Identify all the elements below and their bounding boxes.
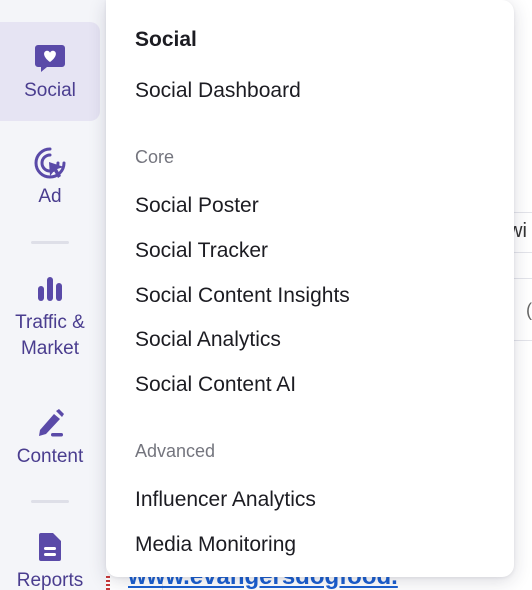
- menu-item-influencer-analytics[interactable]: Influencer Analytics: [135, 488, 316, 512]
- heart-chat-icon: [33, 40, 67, 74]
- menu-section-advanced: Advanced: [135, 441, 216, 461]
- background-text-fragment: (: [526, 300, 532, 320]
- menu-title: Social: [135, 28, 197, 51]
- rail-item-label: Social: [24, 79, 76, 101]
- target-cursor-icon: [33, 146, 67, 180]
- menu-item-social-tracker[interactable]: Social Tracker: [135, 239, 268, 263]
- pencil-icon: [33, 406, 67, 440]
- document-icon: [33, 530, 67, 564]
- rail-item-label: Content: [16, 446, 84, 467]
- rail-item-traffic-market[interactable]: Traffic & Market: [0, 272, 100, 362]
- rail-divider: [31, 500, 69, 503]
- rail-divider: [31, 241, 69, 244]
- menu-item-social-content-ai[interactable]: Social Content AI: [135, 373, 296, 397]
- menu-item-social-content-insights[interactable]: Social Content Insights: [135, 284, 350, 308]
- rail-item-label: Ad: [38, 186, 62, 207]
- menu-item-social-analytics[interactable]: Social Analytics: [135, 328, 281, 352]
- rail-item-label-line: Traffic &: [15, 312, 85, 333]
- rail-item-label-line: Market: [20, 338, 80, 359]
- menu-section-core: Core: [135, 147, 175, 167]
- app-root: wi ( www.evangersdogfood. Social: [0, 0, 532, 590]
- social-dropdown-menu: Social Social Dashboard Core Social Post…: [106, 0, 514, 577]
- menu-item-social-poster[interactable]: Social Poster: [135, 194, 259, 218]
- menu-item-social-dashboard[interactable]: Social Dashboard: [135, 79, 301, 103]
- rail-item-label: Reports: [16, 570, 84, 590]
- menu-item-media-monitoring[interactable]: Media Monitoring: [135, 533, 296, 557]
- bar-chart-icon: [33, 272, 67, 306]
- left-nav-rail: Social Ad Traffic & Market Content Repor…: [0, 0, 106, 590]
- rail-item-ad[interactable]: Ad: [0, 146, 100, 210]
- rail-item-reports[interactable]: Reports: [0, 530, 100, 590]
- rail-item-content[interactable]: Content: [0, 406, 100, 470]
- rail-item-social[interactable]: Social: [0, 22, 100, 121]
